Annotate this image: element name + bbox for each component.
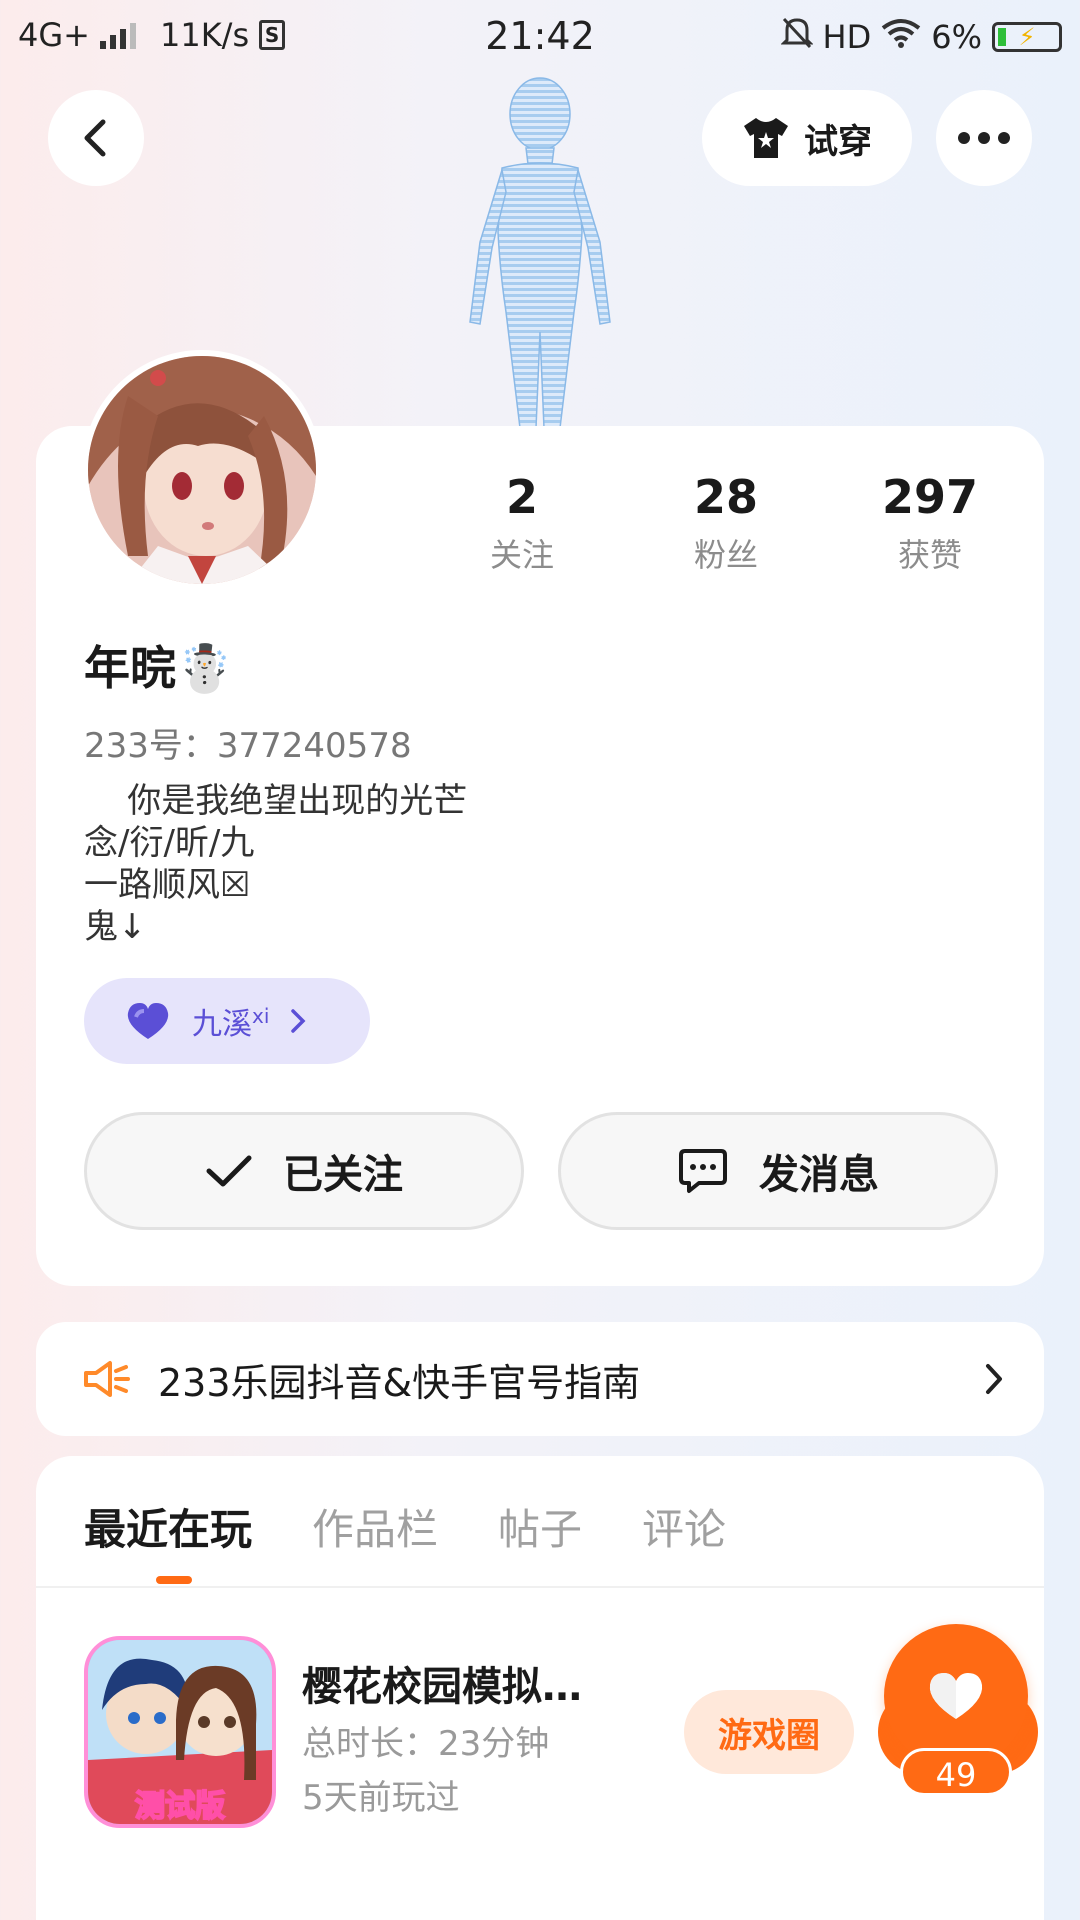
chat-bubble-icon	[679, 1149, 727, 1193]
followed-label: 已关注	[283, 1152, 403, 1198]
more-dots-icon	[958, 132, 1010, 144]
chevron-left-icon	[84, 119, 106, 157]
tshirt-icon	[744, 118, 788, 158]
game-title: 樱花校园模拟…	[302, 1664, 582, 1710]
battery-icon: ⚡	[992, 22, 1062, 52]
notice-bar[interactable]: 233乐园抖音&快手官号指南	[36, 1322, 1044, 1436]
back-button[interactable]	[48, 90, 144, 186]
stat-likes-value: 297	[881, 470, 979, 524]
profile-stats: 2 关注 28 粉丝 297 获赞	[420, 470, 1040, 576]
check-icon	[206, 1155, 252, 1187]
guild-badge[interactable]: 九溪xi	[84, 978, 370, 1064]
mute-bell-icon	[779, 16, 814, 58]
game-badge-text: 测试版	[135, 1789, 225, 1824]
guild-name: 九溪xi	[192, 1004, 270, 1042]
status-bar: 4G+ 11K/s S 21:42 HD 6% ⚡	[0, 0, 1080, 76]
game-duration: 总时长：23分钟	[302, 1724, 550, 1764]
stat-fans-value: 28	[693, 470, 758, 524]
tab-works[interactable]: 作品栏	[312, 1496, 438, 1557]
tab-indicator	[156, 1576, 192, 1584]
stat-likes[interactable]: 297 获赞	[828, 470, 1032, 576]
heart-icon	[929, 1673, 983, 1719]
avatar-3d-figure[interactable]	[440, 72, 640, 429]
stat-following-value: 2	[505, 470, 538, 524]
followed-button[interactable]: 已关注	[84, 1112, 524, 1230]
tab-comments[interactable]: 评论	[642, 1496, 726, 1557]
user-id: 233号：377240578	[84, 726, 412, 766]
megaphone-icon	[84, 1361, 130, 1397]
tab-divider	[36, 1586, 1044, 1588]
send-message-label: 发消息	[759, 1152, 879, 1198]
stat-likes-label: 获赞	[897, 536, 962, 574]
try-on-label: 试穿	[804, 121, 872, 162]
bio-text: 你是我绝望出现的光芒 念/衍/昕/九 一路顺风☒ 鬼↓	[84, 781, 468, 947]
heart-icon	[127, 1003, 169, 1039]
more-button[interactable]	[936, 90, 1032, 186]
user-avatar[interactable]	[82, 350, 322, 590]
game-circle-button[interactable]: 游戏圈	[684, 1690, 854, 1774]
stat-fans-label: 粉丝	[693, 536, 758, 574]
chevron-right-icon	[291, 1009, 306, 1033]
send-message-button[interactable]: 发消息	[558, 1112, 998, 1230]
stat-fans[interactable]: 28 粉丝	[624, 470, 828, 576]
battery-percent: 6%	[931, 18, 982, 56]
hd-label: HD	[822, 18, 872, 56]
chevron-right-icon	[986, 1364, 1002, 1394]
stat-following-label: 关注	[489, 536, 554, 574]
game-icon[interactable]: 测试版	[84, 1636, 276, 1828]
nickname: 年晥☃️	[84, 641, 234, 695]
tab-posts[interactable]: 帖子	[498, 1496, 582, 1557]
tab-recently-played[interactable]: 最近在玩	[84, 1496, 252, 1557]
wifi-icon	[881, 18, 921, 56]
like-fab-button[interactable]	[884, 1624, 1028, 1768]
game-last-played: 5天前玩过	[302, 1778, 460, 1818]
stat-following[interactable]: 2 关注	[420, 470, 624, 576]
try-on-button[interactable]: 试穿	[702, 90, 912, 186]
like-count: 49	[900, 1748, 1012, 1796]
notice-text: 233乐园抖音&快手官号指南	[158, 1360, 641, 1405]
tab-bar: 最近在玩 作品栏 帖子 评论	[84, 1496, 726, 1557]
